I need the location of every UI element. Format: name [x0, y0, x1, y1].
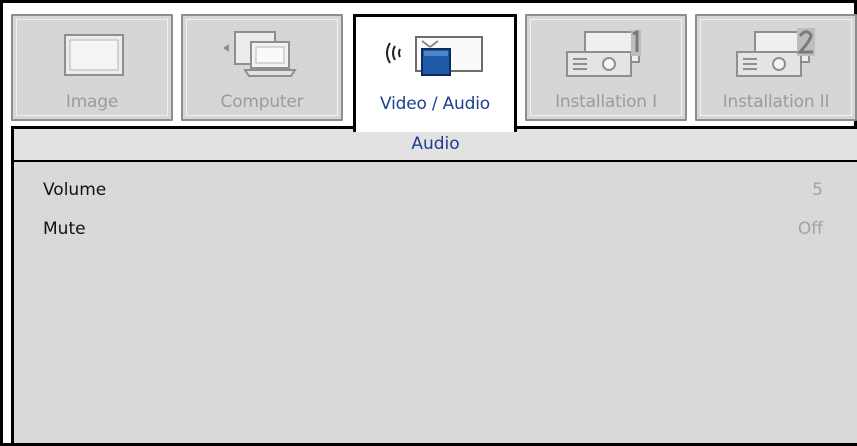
setting-value: 5	[812, 180, 823, 200]
setting-row-mute[interactable]: Mute Off	[14, 214, 857, 244]
projector-1-icon	[527, 26, 685, 82]
tab-video-audio[interactable]: Video / Audio	[353, 14, 517, 132]
setting-row-volume[interactable]: Volume 5	[14, 175, 857, 205]
tab-image-label: Image	[65, 92, 119, 112]
tab-installation-1[interactable]: Installation I	[525, 14, 687, 121]
setting-name: Volume	[43, 180, 107, 200]
setting-value: Off	[797, 219, 823, 239]
tab-installation-2-label: Installation II	[722, 92, 830, 112]
tab-installation-1-label: Installation I	[555, 92, 657, 112]
projector-2-icon	[697, 26, 855, 82]
laptop-icon	[183, 26, 341, 82]
monitor-icon	[13, 26, 171, 82]
setting-name: Mute	[43, 219, 86, 239]
tab-video-audio-label: Video / Audio	[380, 94, 490, 114]
settings-panel: Audio Volume 5 Mute Off	[11, 126, 857, 446]
section-title: Audio	[14, 129, 857, 162]
tab-installation-2[interactable]: Installation II	[695, 14, 857, 121]
video-audio-icon	[356, 27, 514, 83]
tab-computer[interactable]: Computer	[181, 14, 343, 121]
tab-computer-label: Computer	[220, 92, 304, 112]
tab-image[interactable]: Image	[11, 14, 173, 121]
